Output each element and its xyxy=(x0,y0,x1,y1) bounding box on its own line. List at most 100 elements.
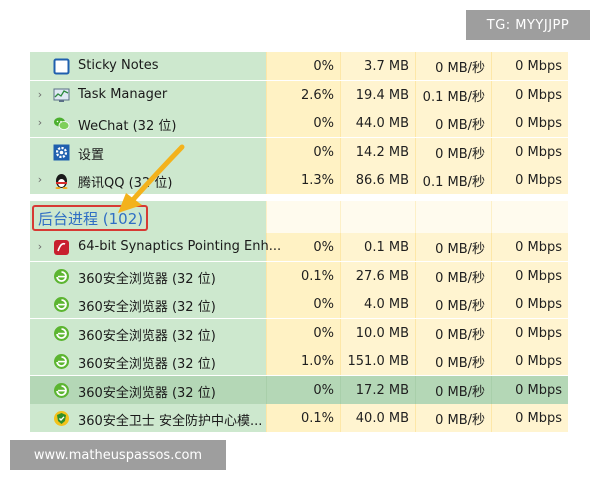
chevron-right-icon[interactable]: › xyxy=(34,116,46,130)
process-row[interactable]: › WeChat (32 位) 0% 44.0 MB 0 MB/秒 0 Mbps xyxy=(30,109,568,137)
qq-penguin-icon xyxy=(55,174,68,189)
network-value: 0 Mbps xyxy=(491,233,568,261)
sticky-notes-icon xyxy=(53,58,70,75)
process-name: Task Manager xyxy=(78,87,168,102)
chevron-right-icon[interactable]: › xyxy=(34,240,46,254)
process-name-cell: › 64-bit Synaptics Pointing Enh... xyxy=(30,233,281,261)
disk-value: 0 MB/秒 xyxy=(415,233,491,261)
cpu-value: 0% xyxy=(266,376,340,404)
memory-value: 19.4 MB xyxy=(340,81,415,109)
chevron-right-icon[interactable]: › xyxy=(34,173,46,187)
disk-value: 0 MB/秒 xyxy=(415,138,491,166)
settings-gear-icon xyxy=(53,144,70,161)
memory-value: 151.0 MB xyxy=(340,347,415,375)
network-value: 0 Mbps xyxy=(491,376,568,404)
network-value: 0 Mbps xyxy=(491,166,568,194)
process-name-cell: 360安全浏览器 (32 位) xyxy=(30,319,266,347)
security-360-icon xyxy=(54,411,69,426)
cpu-value: 2.6% xyxy=(266,81,340,109)
process-row[interactable]: › 64-bit Synaptics Pointing Enh... 0% 0.… xyxy=(30,233,568,261)
disk-value: 0 MB/秒 xyxy=(415,347,491,375)
cpu-value: 0% xyxy=(266,52,340,80)
memory-value: 27.6 MB xyxy=(340,262,415,290)
cpu-value: 0% xyxy=(266,319,340,347)
process-name: 360安全浏览器 (32 位) xyxy=(78,386,216,401)
process-name-cell: › Task Manager xyxy=(30,81,266,109)
network-value: 0 Mbps xyxy=(491,290,568,318)
process-row[interactable]: 360安全浏览器 (32 位) 0% 4.0 MB 0 MB/秒 0 Mbps xyxy=(30,290,568,318)
memory-value: 17.2 MB xyxy=(340,376,415,404)
process-name-cell: 360安全卫士 安全防护中心模... xyxy=(30,404,266,432)
browser-360-icon xyxy=(54,297,69,312)
process-name: Sticky Notes xyxy=(78,58,159,73)
process-row[interactable]: › 腾讯QQ (32 位) 1.3% 86.6 MB 0.1 MB/秒 0 Mb… xyxy=(30,166,568,194)
task-manager-process-list: Sticky Notes 0% 3.7 MB 0 MB/秒 0 Mbps › T… xyxy=(30,48,568,439)
process-name-cell: 360安全浏览器 (32 位) xyxy=(30,262,266,290)
network-value: 0 Mbps xyxy=(491,81,568,109)
network-value: 0 Mbps xyxy=(491,347,568,375)
cpu-value: 0% xyxy=(266,138,340,166)
process-row[interactable]: 360安全浏览器 (32 位) 0.1% 27.6 MB 0 MB/秒 0 Mb… xyxy=(30,262,568,290)
process-name: 360安全卫士 安全防护中心模... xyxy=(78,414,263,429)
process-row[interactable]: Sticky Notes 0% 3.7 MB 0 MB/秒 0 Mbps xyxy=(30,52,568,80)
process-row[interactable]: › Task Manager 2.6% 19.4 MB 0.1 MB/秒 0 M… xyxy=(30,81,568,109)
cpu-value: 1.3% xyxy=(266,166,340,194)
memory-value: 44.0 MB xyxy=(340,109,415,137)
process-name: 360安全浏览器 (32 位) xyxy=(78,357,216,372)
network-value: 0 Mbps xyxy=(491,319,568,347)
disk-value: 0 MB/秒 xyxy=(415,319,491,347)
memory-value: 4.0 MB xyxy=(340,290,415,318)
disk-value: 0.1 MB/秒 xyxy=(415,166,491,194)
process-row[interactable]: 设置 0% 14.2 MB 0 MB/秒 0 Mbps xyxy=(30,138,568,166)
browser-360-icon xyxy=(54,269,69,284)
cpu-value: 0.1% xyxy=(266,404,340,432)
watermark-bottom: www.matheuspassos.com xyxy=(10,440,226,470)
disk-value: 0 MB/秒 xyxy=(415,262,491,290)
process-name-cell: Sticky Notes xyxy=(30,52,266,80)
browser-360-icon xyxy=(54,383,69,398)
process-row[interactable]: 360安全浏览器 (32 位) 0% 10.0 MB 0 MB/秒 0 Mbps xyxy=(30,319,568,347)
cpu-value: 0% xyxy=(266,290,340,318)
memory-value: 3.7 MB xyxy=(340,52,415,80)
process-name: 360安全浏览器 (32 位) xyxy=(78,272,216,287)
chevron-right-icon[interactable]: › xyxy=(34,88,46,102)
cpu-value: 1.0% xyxy=(266,347,340,375)
process-name: WeChat (32 位) xyxy=(78,119,177,134)
disk-value: 0 MB/秒 xyxy=(415,290,491,318)
synaptics-icon xyxy=(54,240,69,255)
disk-value: 0 MB/秒 xyxy=(415,109,491,137)
background-processes-group[interactable]: 后台进程 (102) xyxy=(30,201,568,235)
process-name: 360安全浏览器 (32 位) xyxy=(78,300,216,315)
browser-360-icon xyxy=(54,326,69,341)
disk-value: 0 MB/秒 xyxy=(415,404,491,432)
disk-value: 0 MB/秒 xyxy=(415,376,491,404)
cpu-value: 0% xyxy=(266,109,340,137)
memory-value: 10.0 MB xyxy=(340,319,415,347)
network-value: 0 Mbps xyxy=(491,109,568,137)
process-row-selected[interactable]: 360安全浏览器 (32 位) 0% 17.2 MB 0 MB/秒 0 Mbps xyxy=(30,376,568,404)
process-name: 360安全浏览器 (32 位) xyxy=(78,329,216,344)
process-name-cell: 360安全浏览器 (32 位) xyxy=(30,347,266,375)
disk-value: 0 MB/秒 xyxy=(415,52,491,80)
disk-value: 0.1 MB/秒 xyxy=(415,81,491,109)
network-value: 0 Mbps xyxy=(491,138,568,166)
network-value: 0 Mbps xyxy=(491,404,568,432)
cpu-value: 0.1% xyxy=(266,262,340,290)
wechat-icon xyxy=(54,117,70,130)
network-value: 0 Mbps xyxy=(491,262,568,290)
network-value: 0 Mbps xyxy=(491,52,568,80)
process-name-cell: › WeChat (32 位) xyxy=(30,109,266,137)
memory-value: 40.0 MB xyxy=(340,404,415,432)
process-name-cell: 360安全浏览器 (32 位) xyxy=(30,376,266,404)
task-manager-icon xyxy=(53,88,70,102)
memory-value: 86.6 MB xyxy=(340,166,415,194)
process-name: 64-bit Synaptics Pointing Enh... xyxy=(78,239,282,254)
process-row[interactable]: 360安全卫士 安全防护中心模... 0.1% 40.0 MB 0 MB/秒 0… xyxy=(30,404,568,432)
process-row[interactable]: 360安全浏览器 (32 位) 1.0% 151.0 MB 0 MB/秒 0 M… xyxy=(30,347,568,375)
process-name: 设置 xyxy=(78,148,105,163)
annotation-arrow-icon xyxy=(118,144,185,213)
watermark-top: TG: MYYJJPP xyxy=(466,10,590,40)
process-name-cell: 360安全浏览器 (32 位) xyxy=(30,290,266,318)
memory-value: 14.2 MB xyxy=(340,138,415,166)
memory-value: 0.1 MB xyxy=(340,233,415,261)
